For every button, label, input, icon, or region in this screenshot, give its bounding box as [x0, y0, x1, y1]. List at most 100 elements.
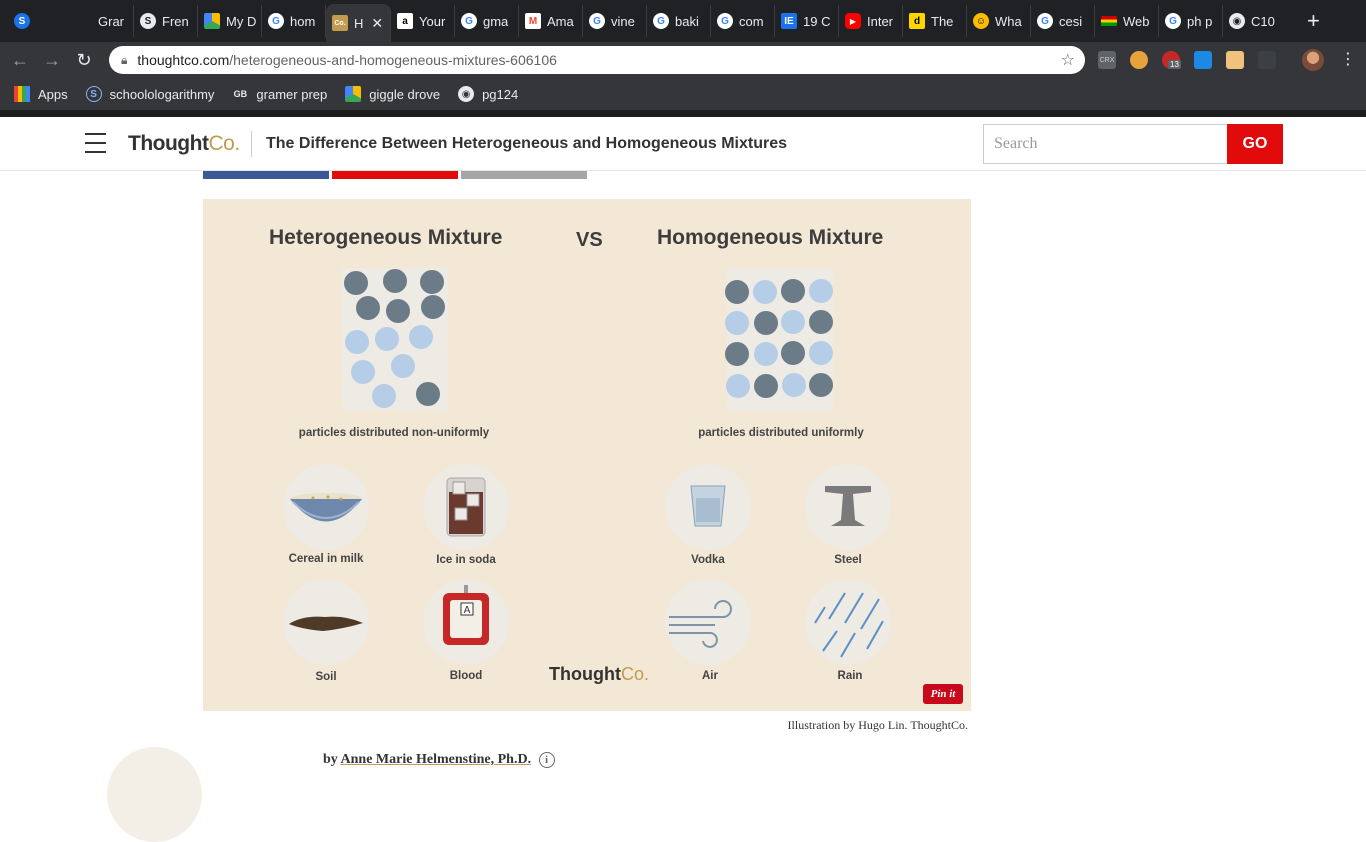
- amazon-icon: a: [397, 13, 413, 29]
- hamburger-menu-icon[interactable]: [85, 133, 106, 160]
- tab-label: gma: [483, 13, 509, 29]
- tab-label: Wha: [995, 13, 1022, 29]
- google-icon: G: [268, 13, 284, 29]
- bookmark-label: giggle drove: [369, 86, 441, 102]
- tab-6[interactable]: a Your: [391, 5, 455, 37]
- tab-19[interactable]: ◉ C10: [1223, 5, 1287, 37]
- soil-image: [283, 579, 369, 665]
- tab-label: Ama: [547, 13, 574, 29]
- page-top-strip: [0, 110, 1366, 117]
- close-tab-icon[interactable]: ✕: [371, 15, 383, 32]
- crx-extension-icon[interactable]: CRX: [1098, 51, 1116, 69]
- particle: [754, 311, 778, 335]
- facebook-share-button[interactable]: [203, 171, 329, 179]
- watermark-co: Co.: [620, 664, 649, 684]
- bookmark-pg124[interactable]: ◉ pg124: [458, 86, 518, 102]
- bookmark-star-icon[interactable]: ☆: [1061, 50, 1075, 70]
- tab-18[interactable]: Gph p: [1159, 5, 1223, 37]
- tab-label: hom: [290, 13, 316, 29]
- face-extension-icon[interactable]: [1226, 51, 1244, 69]
- gb-icon: GB: [233, 89, 248, 99]
- check-extension-icon[interactable]: [1194, 51, 1212, 69]
- tab-12[interactable]: IE 19 C: [775, 5, 839, 37]
- go-button[interactable]: GO: [1227, 124, 1283, 164]
- tab-14[interactable]: d The: [903, 5, 967, 37]
- bookmark-apps[interactable]: Apps: [14, 86, 68, 102]
- dictionary-icon: d: [909, 13, 925, 29]
- google-drive-icon: [345, 86, 362, 102]
- homogeneous-caption: particles distributed uniformly: [698, 427, 864, 439]
- owl-extension-icon[interactable]: [1130, 51, 1148, 69]
- tab-11[interactable]: Gcom: [711, 5, 775, 37]
- particle: [754, 342, 778, 366]
- tab-16[interactable]: Gcesi: [1031, 5, 1095, 37]
- forward-icon[interactable]: →: [36, 50, 68, 71]
- particle: [781, 310, 805, 334]
- thoughtco-logo[interactable]: ThoughtCo.: [128, 132, 240, 156]
- particle: [725, 342, 749, 366]
- tab-label: Grar: [98, 13, 124, 29]
- particle: [781, 341, 805, 365]
- tab-label: C10: [1251, 13, 1275, 29]
- back-icon[interactable]: ←: [4, 50, 36, 71]
- particle: [782, 373, 806, 397]
- search-input[interactable]: Search: [983, 124, 1228, 164]
- particle: [391, 354, 415, 378]
- ie-icon: IE: [781, 13, 797, 29]
- rain-image: [805, 579, 891, 665]
- tab-label: com: [739, 13, 764, 29]
- browser-tab-strip: S Grar S Fren My D Ghom Co. H ✕ a Your Ggma …: [0, 0, 1366, 42]
- tab-1[interactable]: Grar: [70, 5, 134, 37]
- url-path: /heterogeneous-and-homogeneous-mixtures-…: [229, 52, 557, 68]
- extension-icon[interactable]: [1258, 51, 1276, 69]
- bookmark-label: gramer prep: [256, 86, 328, 102]
- bookmark-giggle-drove[interactable]: giggle drove: [345, 86, 440, 102]
- tab-7[interactable]: Ggma: [455, 5, 519, 37]
- bookmark-gramer-prep[interactable]: GB gramer prep: [232, 86, 328, 102]
- tab-label: Web: [1123, 13, 1150, 29]
- blood-label: Blood: [449, 670, 483, 682]
- particle: [725, 311, 749, 335]
- tab-label: cesi: [1059, 13, 1083, 29]
- bookmark-label: pg124: [482, 86, 519, 102]
- particle: [420, 270, 444, 294]
- header-divider: [251, 131, 252, 157]
- bookmark-schoolologarithmy[interactable]: S schoolologarithmy: [85, 86, 215, 102]
- tab-2[interactable]: S Fren: [134, 5, 198, 37]
- particle: [809, 310, 833, 334]
- new-tab-icon[interactable]: +: [1307, 8, 1320, 34]
- email-share-button[interactable]: [461, 171, 587, 179]
- tab-13[interactable]: ▶ Inter: [839, 5, 903, 37]
- tab-8[interactable]: M Ama: [519, 5, 583, 37]
- emoji-icon: ☺: [973, 13, 989, 29]
- menu-kebab-icon[interactable]: ⋮: [1340, 49, 1356, 69]
- chrome-icon: ◉: [458, 86, 475, 102]
- author-link[interactable]: Anne Marie Helmenstine, Ph.D.: [341, 752, 532, 767]
- tab-4[interactable]: Ghom: [262, 5, 326, 37]
- particle: [372, 384, 396, 408]
- tab-label: The: [931, 13, 954, 29]
- tab-10[interactable]: Gbaki: [647, 5, 711, 37]
- rain-label: Rain: [837, 670, 863, 682]
- pin-it-button[interactable]: Pin it: [923, 684, 963, 704]
- tab-active[interactable]: Co. H ✕: [326, 4, 391, 42]
- thoughtco-watermark: ThoughtCo.: [549, 664, 649, 685]
- author-avatar[interactable]: [107, 747, 202, 842]
- tab-9[interactable]: Gvine: [583, 5, 647, 37]
- url-host: thoughtco.com: [137, 52, 230, 68]
- tab-0[interactable]: S: [8, 5, 70, 37]
- reload-icon[interactable]: ↻: [68, 50, 100, 71]
- tab-3[interactable]: My D: [198, 5, 262, 37]
- apps-grid-icon: [14, 86, 30, 102]
- profile-avatar[interactable]: [1302, 49, 1324, 71]
- tab-17[interactable]: Web: [1095, 5, 1159, 37]
- pinterest-share-button[interactable]: [332, 171, 458, 179]
- bookmark-label: schoolologarithmy: [109, 86, 215, 102]
- tab-15[interactable]: ☺ Wha: [967, 5, 1031, 37]
- calendar-extension-icon[interactable]: 13: [1162, 51, 1181, 69]
- ice-label: Ice in soda: [436, 554, 496, 566]
- address-bar[interactable]: 🔒︎ thoughtco.com/heterogeneous-and-homog…: [109, 46, 1085, 74]
- lock-icon: 🔒︎: [121, 52, 128, 67]
- vs-label: VS: [576, 229, 603, 251]
- info-icon[interactable]: i: [538, 752, 555, 768]
